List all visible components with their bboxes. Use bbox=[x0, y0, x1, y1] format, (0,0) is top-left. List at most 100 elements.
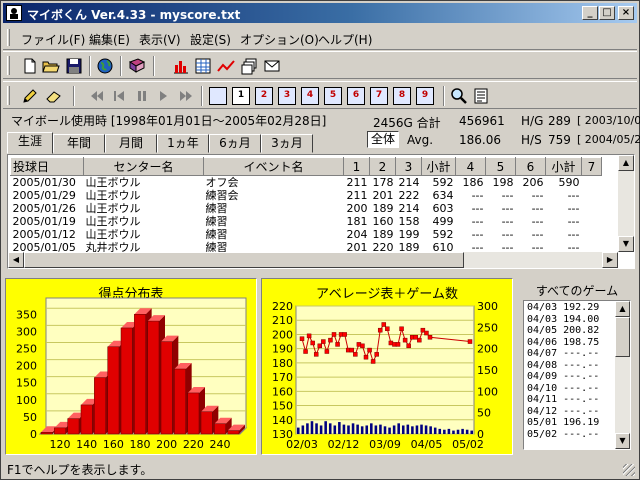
copy-windows-icon[interactable] bbox=[240, 57, 258, 75]
view-button-2[interactable]: 1 bbox=[232, 87, 250, 105]
list-scroll-up-icon[interactable]: ▲ bbox=[615, 301, 630, 317]
list-item[interactable]: 04/10 ---.-- bbox=[527, 383, 599, 395]
menubar-grip[interactable] bbox=[7, 29, 10, 46]
pause-icon[interactable] bbox=[133, 87, 151, 105]
view-button-5[interactable]: 4 bbox=[301, 87, 319, 105]
navigation-toolbar: 123456789 bbox=[3, 81, 637, 109]
tab-monthly[interactable]: 月間 bbox=[105, 134, 157, 153]
tab-one-year[interactable]: 1ヵ年 bbox=[157, 134, 209, 153]
column-header[interactable]: 1 bbox=[343, 157, 370, 176]
list-scroll-down-icon[interactable]: ▼ bbox=[615, 433, 630, 449]
menu-edit[interactable]: 編集(E) bbox=[89, 31, 130, 48]
all-games-list[interactable]: 04/03 192.29 04/03 194.00 04/05 200.82 04/0… bbox=[523, 300, 631, 450]
menu-file[interactable]: ファイル(F) bbox=[21, 31, 85, 48]
table-horizontal-scrollbar[interactable]: ◀ ▶ bbox=[8, 252, 618, 268]
list-item[interactable]: 04/08 ---.-- bbox=[527, 360, 599, 372]
column-header[interactable]: 2 bbox=[369, 157, 396, 176]
prev-icon[interactable] bbox=[110, 87, 128, 105]
column-header[interactable]: 7 bbox=[581, 157, 602, 176]
horizontal-scroll-thumb[interactable] bbox=[24, 252, 464, 268]
x-tick-label: 120 bbox=[50, 438, 71, 451]
column-header[interactable]: 4 bbox=[455, 157, 486, 176]
table-row[interactable]: 2005/01/26 山王ボウル 練習 200 189 214 603 --- --- --- --… bbox=[11, 202, 602, 215]
list-item[interactable]: 04/06 198.75 bbox=[527, 337, 599, 349]
scroll-up-icon[interactable]: ▲ bbox=[618, 155, 634, 171]
bar bbox=[120, 327, 133, 435]
column-header[interactable]: 小計 bbox=[421, 157, 456, 176]
table-vertical-scrollbar[interactable]: ▲ ▼ bbox=[618, 155, 634, 252]
new-file-icon[interactable] bbox=[21, 57, 39, 75]
column-header[interactable]: センター名 bbox=[83, 157, 204, 176]
next-icon[interactable] bbox=[155, 87, 173, 105]
menu-help[interactable]: ヘルプ(H) bbox=[318, 31, 372, 48]
tab-three-months[interactable]: 3ヵ月 bbox=[261, 134, 313, 153]
menu-view[interactable]: 表示(V) bbox=[139, 31, 181, 48]
first-icon[interactable] bbox=[87, 87, 105, 105]
view-button-7[interactable]: 6 bbox=[347, 87, 365, 105]
last-icon[interactable] bbox=[178, 87, 196, 105]
globe-icon[interactable] bbox=[96, 57, 114, 75]
menu-options[interactable]: オプション(O) bbox=[240, 31, 319, 48]
table-cell: 練習 bbox=[205, 215, 228, 228]
open-folder-icon[interactable] bbox=[42, 57, 60, 75]
table-icon[interactable] bbox=[194, 57, 212, 75]
title-bar[interactable]: マイボくん Ver.4.33 - myscore.txt _ □ × bbox=[3, 3, 637, 23]
table-row[interactable]: 2005/01/30 山王ボウル オフ会 211 178 214 592 186 198 206 5… bbox=[11, 176, 602, 190]
scroll-down-icon[interactable]: ▼ bbox=[618, 236, 634, 252]
view-button-3[interactable]: 2 bbox=[255, 87, 273, 105]
view-button-6[interactable]: 5 bbox=[324, 87, 342, 105]
magnifier-icon[interactable] bbox=[450, 87, 468, 105]
tab-six-months[interactable]: 6ヵ月 bbox=[209, 134, 261, 153]
toolbar-grip[interactable] bbox=[7, 56, 10, 75]
list-item[interactable]: 05/02 ---.-- bbox=[527, 429, 599, 441]
scroll-right-icon[interactable]: ▶ bbox=[602, 252, 618, 268]
tab-lifetime[interactable]: 生涯 bbox=[7, 132, 53, 154]
tab-yearly[interactable]: 年間 bbox=[53, 134, 105, 153]
list-item[interactable]: 04/03 194.00 bbox=[527, 314, 599, 326]
list-scrollbar[interactable]: ▲ ▼ bbox=[615, 301, 630, 449]
column-header[interactable]: 小計 bbox=[545, 157, 582, 176]
pencil-icon[interactable] bbox=[21, 87, 39, 105]
maximize-button[interactable]: □ bbox=[599, 6, 615, 20]
list-item[interactable]: 04/07 ---.-- bbox=[527, 348, 599, 360]
line-chart-icon[interactable] bbox=[217, 57, 235, 75]
table-row[interactable]: 2005/01/29 山王ボウル 練習会 211 201 222 634 --- --- --- -… bbox=[11, 189, 602, 202]
view-button-9[interactable]: 8 bbox=[393, 87, 411, 105]
toolbar-grip[interactable] bbox=[7, 86, 10, 105]
menu-settings[interactable]: 設定(S) bbox=[190, 31, 231, 48]
column-header[interactable]: 6 bbox=[515, 157, 546, 176]
list-item[interactable]: 04/11 ---.-- bbox=[527, 394, 599, 406]
column-header[interactable]: イベント名 bbox=[203, 157, 344, 176]
view-button-4[interactable]: 3 bbox=[278, 87, 296, 105]
bar-chart-icon[interactable] bbox=[172, 57, 190, 75]
eraser-icon[interactable] bbox=[45, 87, 63, 105]
average-point bbox=[385, 326, 390, 332]
table-cell: オフ会 bbox=[205, 176, 239, 189]
minimize-button[interactable]: _ bbox=[582, 6, 598, 20]
list-item[interactable]: 05/01 196.19 bbox=[527, 417, 599, 429]
view-button-10[interactable]: 9 bbox=[416, 87, 434, 105]
view-button-1[interactable] bbox=[209, 87, 227, 105]
list-item[interactable]: 04/03 192.29 bbox=[527, 302, 599, 314]
table-row[interactable]: 2005/01/19 山王ボウル 練習 181 160 158 499 --- --- --- --… bbox=[11, 215, 602, 228]
save-icon[interactable] bbox=[65, 57, 83, 75]
book-icon[interactable] bbox=[128, 57, 146, 75]
bar bbox=[214, 423, 226, 435]
list-item[interactable]: 04/05 200.82 bbox=[527, 325, 599, 337]
table-cell: 181 bbox=[346, 215, 368, 228]
resize-grip[interactable] bbox=[623, 464, 635, 476]
list-item[interactable]: 04/09 ---.-- bbox=[527, 371, 599, 383]
table-row[interactable]: 2005/01/12 山王ボウル 練習 204 189 199 592 --- --- --- --… bbox=[11, 228, 602, 241]
list-item[interactable]: 04/12 ---.-- bbox=[527, 406, 599, 418]
column-header[interactable]: 5 bbox=[485, 157, 516, 176]
view-button-8[interactable]: 7 bbox=[370, 87, 388, 105]
scroll-left-icon[interactable]: ◀ bbox=[8, 252, 24, 268]
y2-tick-label: 50 bbox=[477, 407, 491, 420]
close-button[interactable]: × bbox=[618, 6, 634, 20]
list-scroll-thumb[interactable] bbox=[615, 317, 630, 357]
mail-icon[interactable] bbox=[263, 57, 281, 75]
games-bar bbox=[301, 425, 305, 434]
column-header[interactable]: 投球日 bbox=[10, 157, 84, 176]
document-icon[interactable] bbox=[472, 87, 490, 105]
column-header[interactable]: 3 bbox=[395, 157, 422, 176]
